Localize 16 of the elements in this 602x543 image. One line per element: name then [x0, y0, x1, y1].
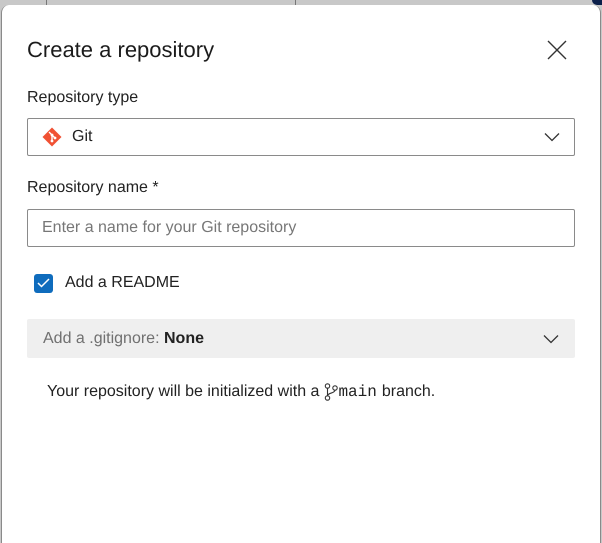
- chevron-down-icon: [544, 132, 560, 142]
- repository-name-field[interactable]: Enter a name for your Git repository: [27, 209, 575, 247]
- branch-icon: [324, 383, 338, 401]
- branch-info-text: Your repository will be initialized with a main branch.: [47, 382, 436, 403]
- field-label: Repository name *: [27, 178, 159, 198]
- gitignore-dropdown[interactable]: Add a .gitignore: None: [27, 319, 575, 358]
- checkbox-label: Add a README: [65, 273, 180, 293]
- readme-checkbox[interactable]: [34, 274, 53, 292]
- close-icon: [547, 40, 567, 60]
- field-label: Repository type: [27, 88, 138, 108]
- repository-type-dropdown[interactable]: Git: [27, 118, 575, 156]
- background-corner: [592, 0, 602, 5]
- git-logo-icon: [42, 127, 62, 147]
- dialog-title: Create a repository: [27, 36, 214, 64]
- checkmark-icon: [37, 278, 50, 288]
- chevron-down-icon: [543, 334, 559, 344]
